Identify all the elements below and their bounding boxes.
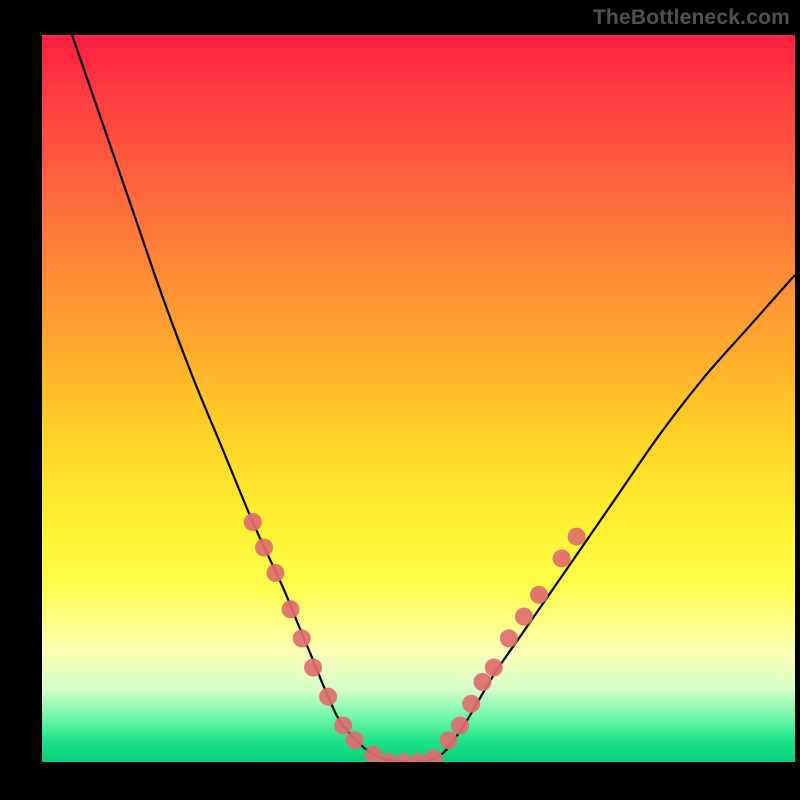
data-marker — [346, 731, 364, 749]
data-marker — [334, 717, 352, 735]
outer-frame: TheBottleneck.com — [0, 0, 800, 800]
data-marker — [266, 564, 284, 582]
data-marker — [425, 749, 443, 762]
data-marker — [304, 659, 322, 677]
curve-path — [72, 35, 795, 762]
data-marker — [462, 695, 480, 713]
data-marker — [474, 673, 492, 691]
data-marker — [553, 549, 571, 567]
chart-svg — [42, 35, 795, 762]
attribution-text: TheBottleneck.com — [593, 6, 790, 30]
data-marker — [255, 539, 273, 557]
curve-line-group — [72, 35, 795, 762]
data-marker — [293, 629, 311, 647]
data-marker — [500, 629, 518, 647]
data-marker — [282, 600, 300, 618]
data-marker — [451, 717, 469, 735]
data-marker — [319, 688, 337, 706]
data-marker — [244, 513, 262, 531]
data-marker — [440, 731, 458, 749]
data-marker — [364, 746, 382, 762]
marker-group — [244, 513, 586, 762]
data-marker — [568, 528, 586, 546]
data-marker — [530, 586, 548, 604]
data-marker — [515, 608, 533, 626]
data-marker — [485, 659, 503, 677]
plot-area — [42, 35, 795, 762]
